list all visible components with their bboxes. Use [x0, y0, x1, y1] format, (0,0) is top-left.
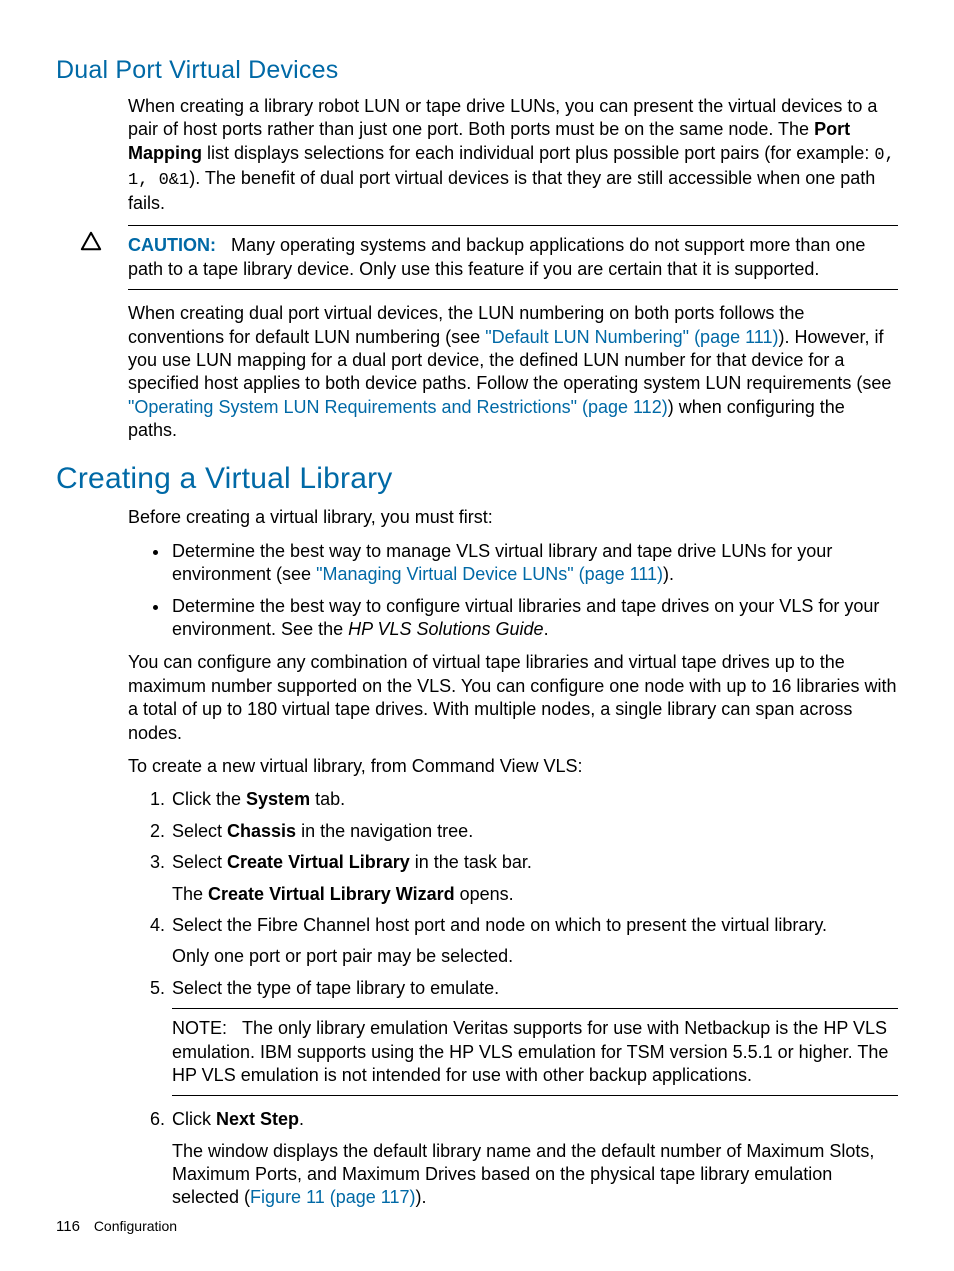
prereq-bullets: Determine the best way to manage VLS vir… — [128, 540, 898, 642]
ui-wizard: Create Virtual Library Wizard — [208, 884, 455, 904]
body-creating-intro: Before creating a virtual library, you m… — [128, 506, 898, 1209]
text: Click — [172, 1109, 216, 1129]
ui-next-step: Next Step — [216, 1109, 299, 1129]
text: ). The benefit of dual port virtual devi… — [128, 168, 875, 213]
config-capacity-text: You can configure any combination of vir… — [128, 651, 898, 745]
note-label: NOTE: — [172, 1018, 227, 1038]
step-3: Select Create Virtual Library in the tas… — [170, 851, 898, 906]
text: . — [299, 1109, 304, 1129]
step-6: Click Next Step. The window displays the… — [170, 1108, 898, 1210]
note-callout: NOTE: The only library emulation Veritas… — [172, 1008, 898, 1096]
caution-text: Many operating systems and backup applic… — [128, 235, 865, 278]
text: list displays selections for each indivi… — [202, 143, 874, 163]
procedure-intro: To create a new virtual library, from Co… — [128, 755, 898, 778]
text: opens. — [455, 884, 514, 904]
step-2: Select Chassis in the navigation tree. — [170, 820, 898, 843]
footer-section: Configuration — [94, 1218, 177, 1234]
list-item: Determine the best way to manage VLS vir… — [170, 540, 898, 587]
steps-list: Click the System tab. Select Chassis in … — [128, 788, 898, 1209]
link-os-lun-requirements[interactable]: "Operating System LUN Requirements and R… — [128, 397, 668, 417]
page: Dual Port Virtual Devices When creating … — [0, 0, 954, 1271]
text: tab. — [310, 789, 345, 809]
text: When creating a library robot LUN or tap… — [128, 96, 877, 139]
caution-icon — [80, 230, 102, 252]
ui-system-tab: System — [246, 789, 310, 809]
ui-chassis: Chassis — [227, 821, 296, 841]
text: Click the — [172, 789, 246, 809]
step-4: Select the Fibre Channel host port and n… — [170, 914, 898, 969]
link-managing-virtual-device-luns[interactable]: "Managing Virtual Device LUNs" (page 111… — [316, 564, 663, 584]
body-dual-port-intro: When creating a library robot LUN or tap… — [128, 95, 898, 215]
page-number: 116 — [56, 1218, 80, 1235]
step-5: Select the type of tape library to emula… — [170, 977, 898, 1097]
step-1: Click the System tab. — [170, 788, 898, 811]
caution-callout: CAUTION: Many operating systems and back… — [128, 225, 898, 290]
heading-dual-port: Dual Port Virtual Devices — [56, 56, 898, 85]
text: Select the type of tape library to emula… — [172, 978, 499, 998]
intro-text: Before creating a virtual library, you m… — [128, 506, 898, 529]
text: in the task bar. — [410, 852, 532, 872]
note-text: The only library emulation Veritas suppo… — [172, 1018, 888, 1085]
text: Select — [172, 821, 227, 841]
ui-create-virtual-library: Create Virtual Library — [227, 852, 410, 872]
body-dual-port-detail: When creating dual port virtual devices,… — [128, 302, 898, 442]
link-default-lun-numbering[interactable]: "Default LUN Numbering" (page 111) — [485, 327, 778, 347]
step-4-sub: Only one port or port pair may be select… — [172, 945, 898, 968]
link-figure-11[interactable]: Figure 11 (page 117) — [250, 1187, 415, 1207]
text: The — [172, 884, 208, 904]
doc-title: HP VLS Solutions Guide — [348, 619, 543, 639]
text: Select — [172, 852, 227, 872]
text: ). — [663, 564, 674, 584]
text: in the navigation tree. — [296, 821, 473, 841]
page-footer: 116 Configuration — [56, 1218, 177, 1235]
caution-label: CAUTION: — [128, 235, 216, 255]
text: ). — [415, 1187, 426, 1207]
text: . — [544, 619, 549, 639]
list-item: Determine the best way to configure virt… — [170, 595, 898, 642]
text: Select the Fibre Channel host port and n… — [172, 915, 827, 935]
heading-creating-virtual-library: Creating a Virtual Library — [56, 462, 898, 496]
